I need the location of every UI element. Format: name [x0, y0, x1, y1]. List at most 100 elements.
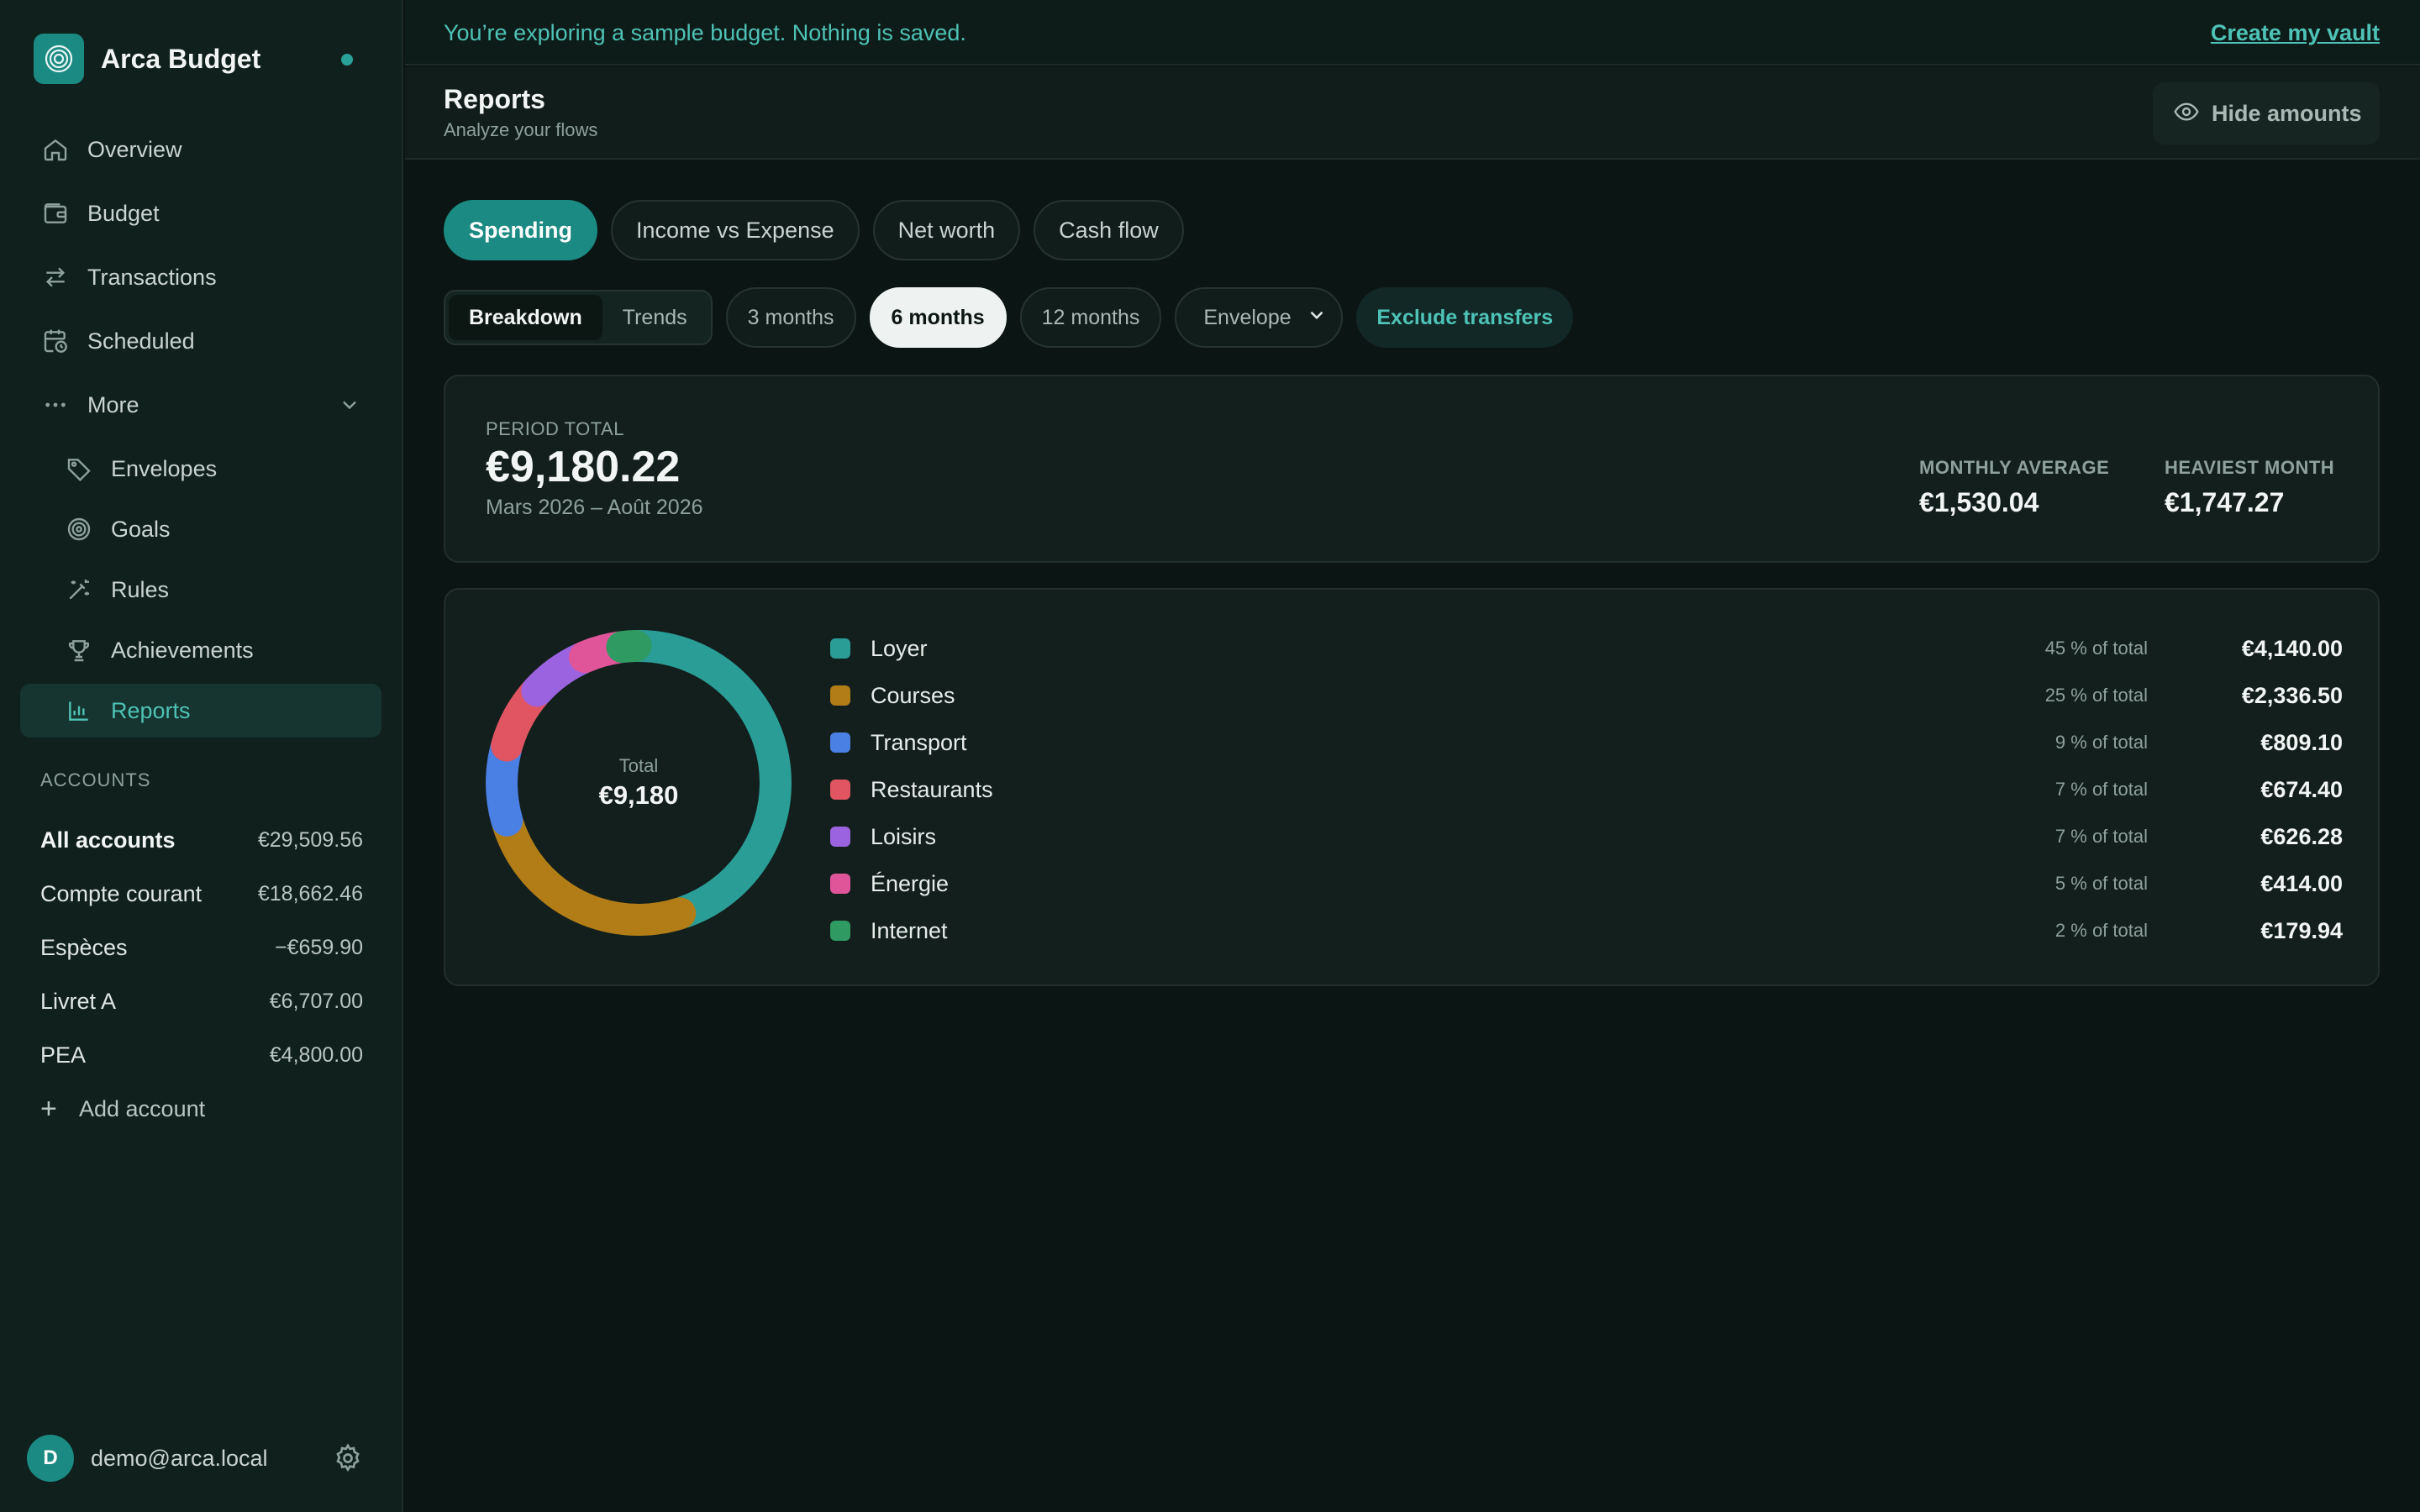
nav-label: Rules — [111, 576, 170, 602]
group-by-select[interactable]: Envelope — [1175, 287, 1344, 348]
app-name: Arca Budget — [101, 43, 261, 74]
add-account-button[interactable]: + Add account — [40, 1082, 363, 1136]
legend-category: Transport — [871, 729, 967, 755]
legend-row[interactable]: Internet 2 % of total €179.94 — [830, 907, 2343, 954]
gear-icon[interactable] — [333, 1443, 363, 1478]
account-row[interactable]: PEA €4,800.00 — [40, 1028, 363, 1082]
tag-icon — [64, 454, 94, 484]
nav-item-envelopes[interactable]: Envelopes — [20, 442, 381, 496]
home-icon — [40, 134, 71, 165]
nav-label: Overview — [87, 136, 182, 162]
period-6-months[interactable]: 6 months — [869, 287, 1007, 348]
exclude-transfers-toggle[interactable]: Exclude transfers — [1356, 287, 1574, 348]
legend-percent: 45 % of total — [2044, 638, 2148, 659]
main-nav: Overview Budget Transactions Scheduled M… — [20, 123, 381, 744]
view-breakdown[interactable]: Breakdown — [449, 295, 602, 340]
legend-row[interactable]: Loisirs 7 % of total €626.28 — [830, 813, 2343, 860]
hide-amounts-button[interactable]: Hide amounts — [2153, 82, 2380, 144]
period-12-months[interactable]: 12 months — [1019, 287, 1162, 348]
legend-category: Loisirs — [871, 823, 937, 849]
legend-percent: 7 % of total — [2054, 826, 2148, 847]
page-title: Reports — [444, 84, 545, 114]
spending-breakdown-card: Total €9,180 Loyer 45 % of total €4,140.00… — [444, 588, 2380, 986]
account-name: Espèces — [40, 934, 128, 960]
nav-label: Budget — [87, 200, 160, 226]
group-by-value: Envelope — [1203, 305, 1292, 329]
nav-item-budget[interactable]: Budget — [20, 186, 381, 240]
page-header: Reports Analyze your flows Hide amounts — [405, 67, 2420, 160]
calendar-clock-icon — [40, 326, 71, 356]
donut-center-value: €9,180 — [598, 780, 679, 810]
chevron-down-icon — [1306, 304, 1328, 332]
chevron-down-icon — [338, 393, 361, 421]
account-row-all[interactable]: All accounts €29,509.56 — [40, 813, 363, 867]
plus-icon: + — [40, 1093, 57, 1125]
tab-income-vs-expense[interactable]: Income vs Expense — [611, 200, 860, 260]
brand[interactable]: Arca Budget — [34, 34, 370, 84]
legend-row[interactable]: Loyer 45 % of total €4,140.00 — [830, 625, 2343, 672]
nav-item-more[interactable]: More — [20, 378, 381, 432]
tab-spending[interactable]: Spending — [444, 200, 597, 260]
legend-percent: 2 % of total — [2054, 920, 2148, 941]
legend-amount: €809.10 — [2260, 729, 2343, 755]
chart-legend: Loyer 45 % of total €4,140.00 Courses 25 % o… — [830, 625, 2343, 954]
nav-item-overview[interactable]: Overview — [20, 123, 381, 176]
nav-item-achievements[interactable]: Achievements — [20, 623, 381, 677]
user-menu[interactable]: D demo@arca.local — [27, 1435, 363, 1482]
legend-amount: €179.94 — [2260, 917, 2343, 943]
legend-swatch — [830, 638, 850, 659]
tab-net-worth[interactable]: Net worth — [872, 200, 1021, 260]
avatar: D — [27, 1435, 74, 1482]
legend-percent: 7 % of total — [2054, 779, 2148, 800]
legend-category: Internet — [871, 917, 948, 943]
nav-label: Reports — [111, 697, 191, 723]
legend-row[interactable]: Courses 25 % of total €2,336.50 — [830, 672, 2343, 719]
account-row[interactable]: Livret A €6,707.00 — [40, 974, 363, 1028]
legend-row[interactable]: Restaurants 7 % of total €674.40 — [830, 766, 2343, 813]
account-row[interactable]: Espèces −€659.90 — [40, 921, 363, 974]
monthly-average-label: MONTHLY AVERAGE — [1919, 457, 2110, 478]
nav-item-rules[interactable]: Rules — [20, 563, 381, 617]
nav-item-transactions[interactable]: Transactions — [20, 250, 381, 304]
period-3-months[interactable]: 3 months — [725, 287, 856, 348]
legend-swatch — [830, 921, 850, 941]
legend-row[interactable]: Transport 9 % of total €809.10 — [830, 719, 2343, 766]
create-vault-link[interactable]: Create my vault — [2211, 20, 2380, 46]
nav-label: Achievements — [111, 637, 254, 663]
account-name: PEA — [40, 1042, 87, 1068]
target-icon — [64, 514, 94, 544]
legend-row[interactable]: Énergie 5 % of total €414.00 — [830, 860, 2343, 907]
legend-amount: €4,140.00 — [2241, 635, 2343, 661]
legend-percent: 25 % of total — [2044, 685, 2148, 706]
monthly-average-value: €1,530.04 — [1919, 487, 2039, 517]
wallet-icon — [40, 198, 71, 228]
view-trends[interactable]: Trends — [602, 295, 708, 340]
filters-bar: Breakdown Trends 3 months 6 months 12 mo… — [444, 287, 1574, 348]
heaviest-month-label: HEAVIEST MONTH — [2165, 457, 2335, 478]
wand-icon — [64, 575, 94, 605]
monthly-average-stat: MONTHLY AVERAGE €1,530.04 — [1919, 457, 2109, 518]
account-balance: −€659.90 — [275, 935, 363, 959]
heaviest-month-value: €1,747.27 — [2165, 487, 2285, 517]
report-tabs: Spending Income vs Expense Net worth Cas… — [444, 200, 1197, 260]
account-name: All accounts — [40, 827, 176, 853]
nav-item-reports[interactable]: Reports — [20, 684, 381, 738]
period-summary-card: PERIOD TOTAL €9,180.22 Mars 2026 – Août … — [444, 375, 2380, 563]
period-total-value: €9,180.22 — [486, 443, 681, 491]
arrows-icon — [40, 262, 71, 292]
tab-cash-flow[interactable]: Cash flow — [1034, 200, 1184, 260]
status-dot — [341, 54, 353, 66]
legend-swatch — [830, 685, 850, 706]
nav-item-scheduled[interactable]: Scheduled — [20, 314, 381, 368]
trophy-icon — [64, 635, 94, 665]
nav-item-goals[interactable]: Goals — [20, 502, 381, 556]
nav-label: More — [87, 391, 139, 417]
legend-category: Restaurants — [871, 776, 993, 802]
nav-label: Scheduled — [87, 328, 195, 354]
account-row[interactable]: Compte courant €18,662.46 — [40, 867, 363, 921]
account-balance: €6,707.00 — [269, 989, 363, 1013]
bar-chart-icon — [64, 696, 94, 726]
user-email: demo@arca.local — [91, 1445, 268, 1471]
nav-label: Envelopes — [111, 455, 218, 481]
legend-category: Courses — [871, 682, 955, 708]
